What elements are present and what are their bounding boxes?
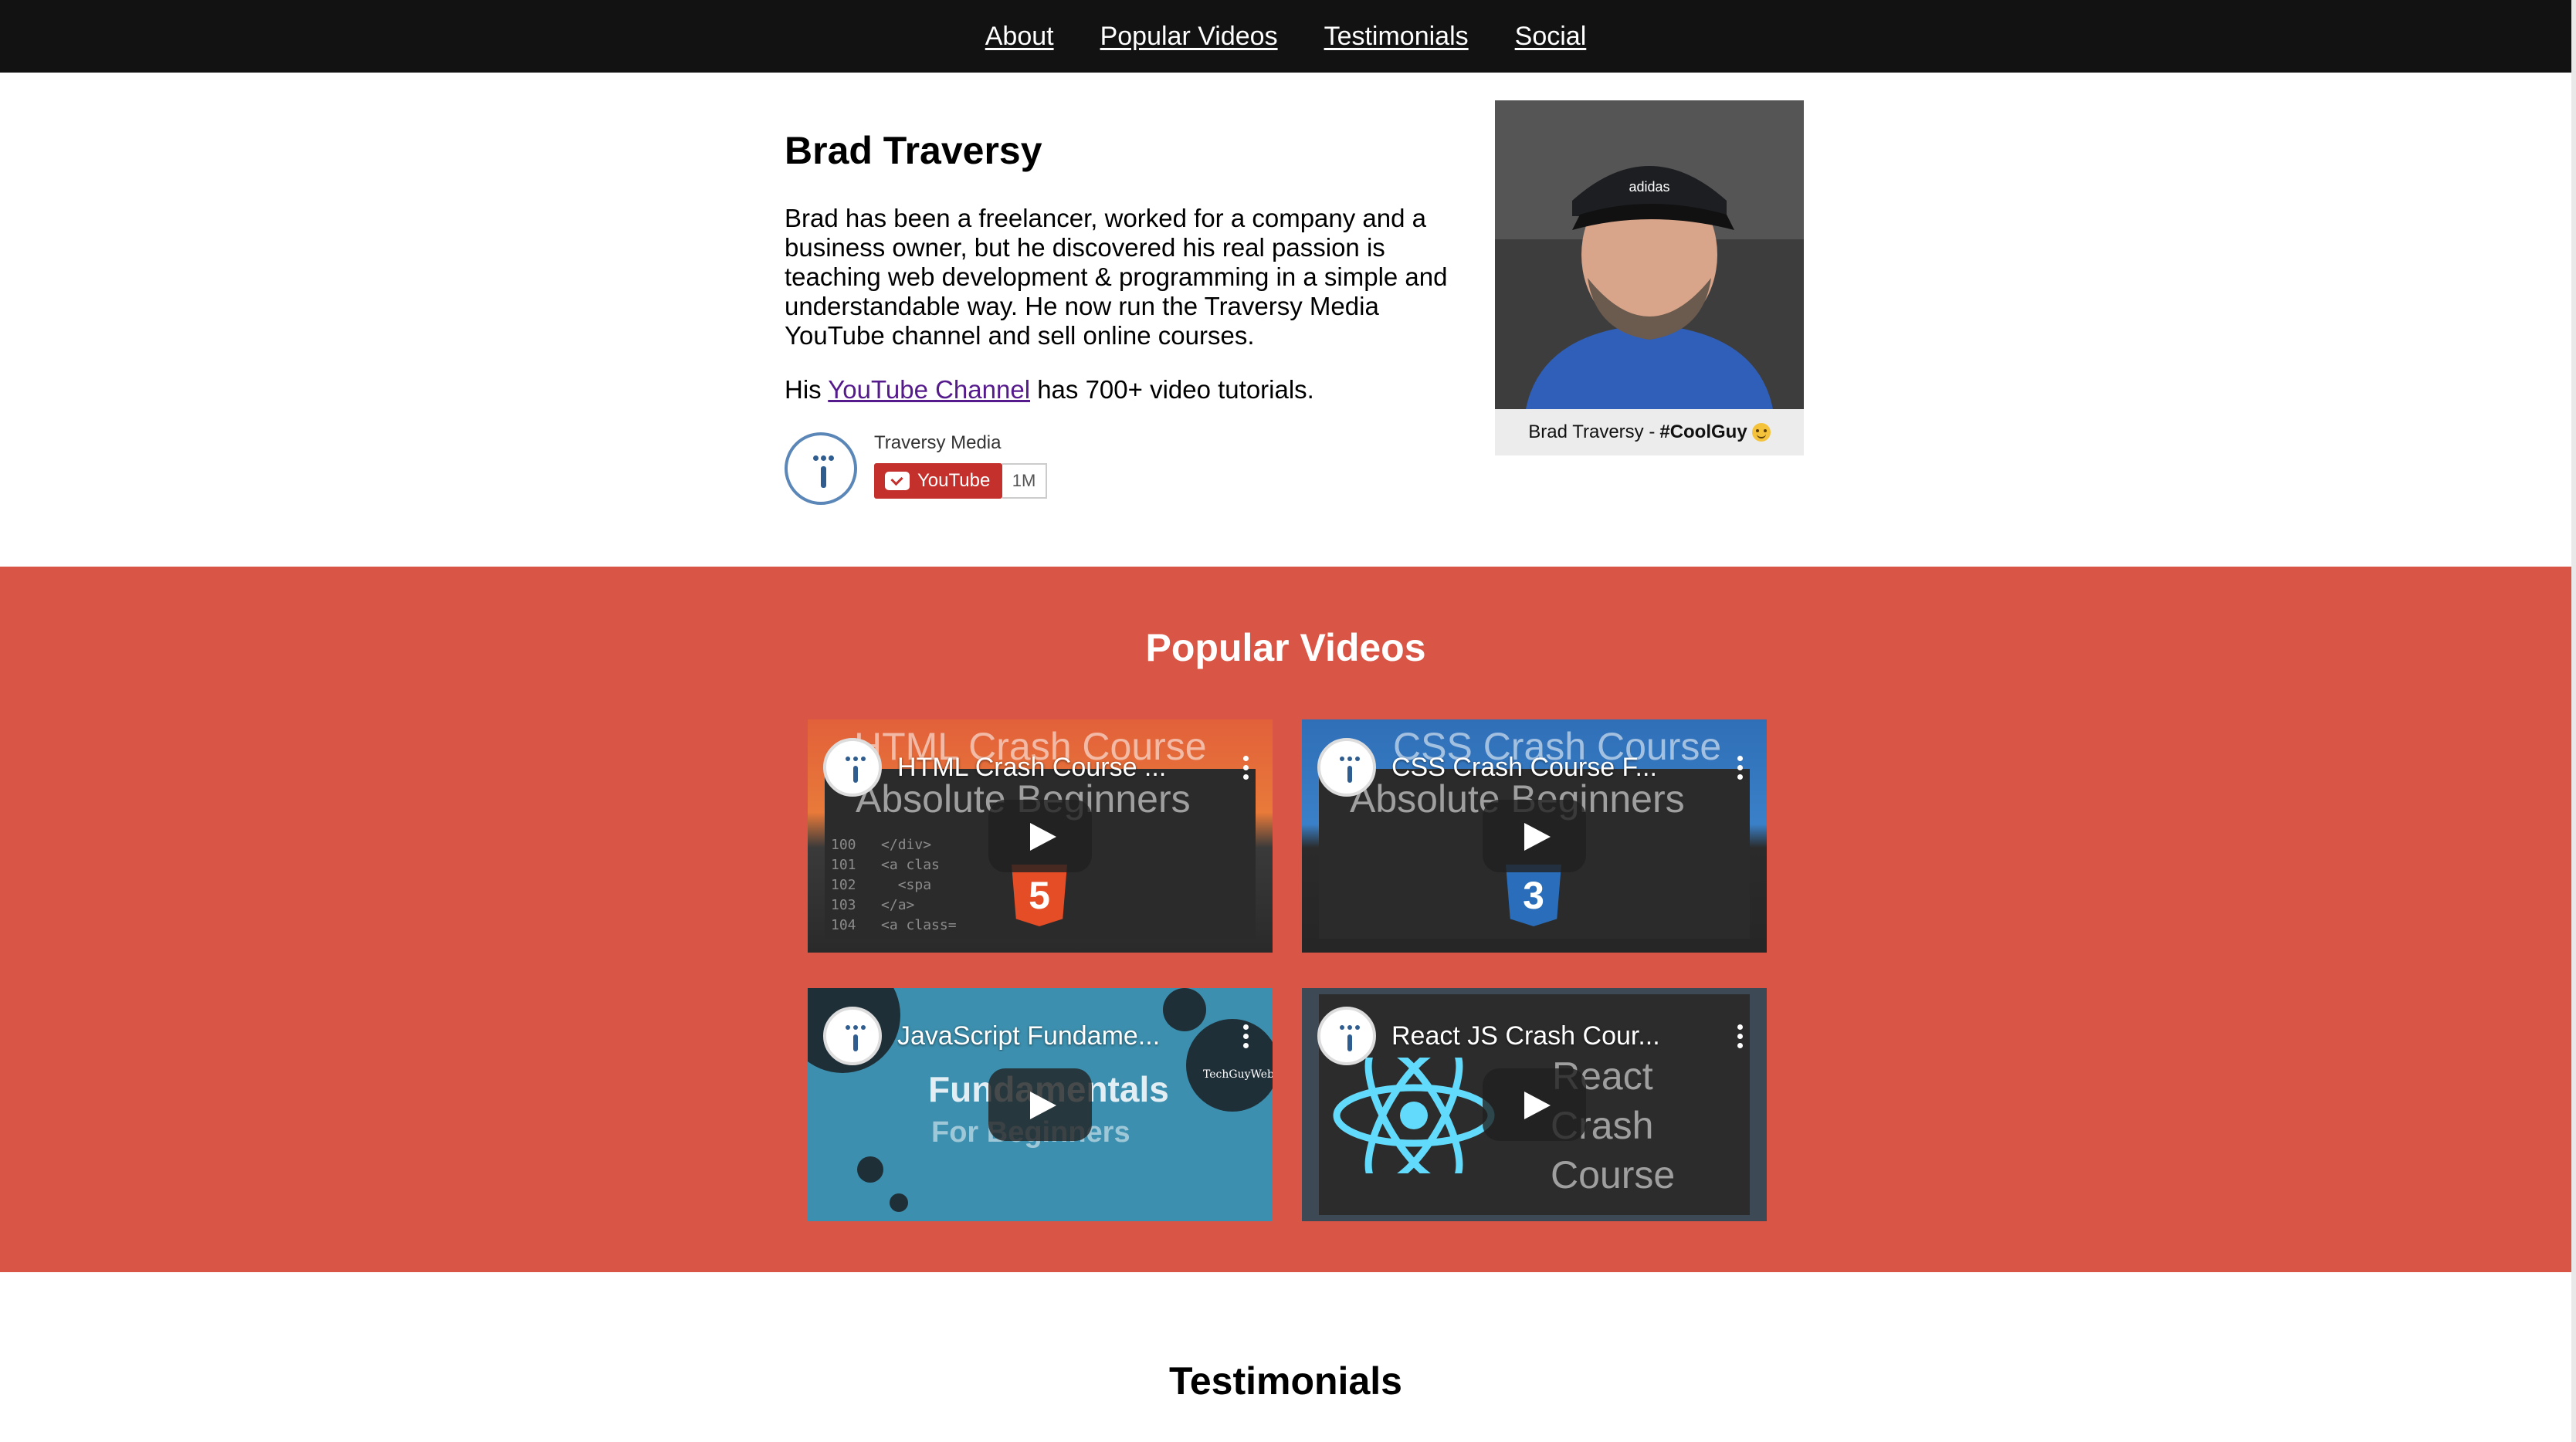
subscriber-count: 1M [1002,463,1047,499]
channel-prefix: His [785,375,822,404]
channel-avatar-icon[interactable] [823,1007,882,1065]
video-header: React JS Crash Cour... [1317,1007,1751,1065]
video-header: CSS Crash Course F... [1317,738,1751,797]
top-navbar: About Popular Videos Testimonials Social [0,0,2571,73]
play-button-icon[interactable] [988,1068,1092,1141]
testimonials-section: Testimonials [0,1272,2571,1442]
channel-avatar-icon[interactable] [823,738,882,797]
about-channel-line: His YouTube Channel has 700+ video tutor… [785,375,1314,405]
about-name: Brad Traversy [785,129,1042,172]
nav-link-testimonials[interactable]: Testimonials [1324,22,1469,52]
more-options-icon[interactable] [1234,1024,1257,1048]
video-header: JavaScript Fundame... [823,1007,1257,1065]
youtube-logo-icon [885,472,910,490]
channel-avatar-icon[interactable] [1317,1007,1376,1065]
svg-text:adidas: adidas [1629,179,1669,195]
video-title[interactable]: JavaScript Fundame... [897,1021,1234,1051]
video-embed-html[interactable]: HTML Crash Course Absolute Beginners 100… [808,719,1273,953]
channel-suffix: has 700+ video tutorials. [1037,375,1314,404]
decor-circle [857,1156,883,1183]
channel-avatar-icon[interactable] [1317,738,1376,797]
youtube-subscribe-widget: Traversy Media YouTube 1M [785,432,1078,509]
react-logo-icon [1333,1058,1495,1173]
video-header: HTML Crash Course ... [823,738,1257,797]
subscribe-button-label: YouTube [917,470,991,491]
video-embed-javascript[interactable]: TechGuyWeb Fundamentals For Beginners Ja… [808,988,1273,1221]
profile-photo-caption: Brad Traversy - #CoolGuy [1495,409,1804,455]
popular-videos-section: Popular Videos HTML Crash Course Absolut… [0,567,2571,1272]
caption-hashtag: #CoolGuy [1659,421,1747,442]
code-decoration: 100 </div> 101 <a clas 102 <spa 103 </a>… [831,837,957,933]
youtube-subscribe-button[interactable]: YouTube [874,463,1002,499]
play-button-icon[interactable] [1483,1068,1586,1141]
play-button-icon[interactable] [1483,800,1586,872]
video-title[interactable]: React JS Crash Cour... [1391,1021,1728,1051]
popular-videos-title: Popular Videos [1145,626,1426,669]
video-embed-css[interactable]: CSS Crash Course Absolute Beginners 3 CS… [1302,719,1767,953]
page-scrollbar[interactable] [2571,0,2576,1442]
more-options-icon[interactable] [1728,1024,1751,1048]
caption-prefix: Brad Traversy - [1528,421,1656,442]
smile-emoji-icon [1751,423,1771,442]
video-title[interactable]: CSS Crash Course F... [1391,753,1728,783]
play-button-icon[interactable] [988,800,1092,872]
profile-photo-card: adidas Brad Traversy - #CoolGuy [1495,100,1804,455]
nav-link-popular-videos[interactable]: Popular Videos [1100,22,1278,52]
html5-logo-icon: 5 [1012,865,1067,926]
about-bio: Brad has been a freelancer, worked for a… [785,204,1448,350]
css3-logo-icon: 3 [1506,865,1561,926]
youtube-channel-link[interactable]: YouTube Channel [828,375,1030,404]
nav-link-social[interactable]: Social [1515,22,1587,52]
video-title[interactable]: HTML Crash Course ... [897,753,1234,783]
testimonials-title: Testimonials [1169,1359,1402,1403]
more-options-icon[interactable] [1234,755,1257,780]
profile-photo: adidas [1495,100,1804,409]
about-section: Brad Traversy Brad has been a freelancer… [0,73,2571,567]
nav-link-about[interactable]: About [985,22,1054,52]
more-options-icon[interactable] [1728,755,1751,780]
subscribe-channel-name[interactable]: Traversy Media [874,432,1001,454]
channel-avatar[interactable] [785,432,857,505]
decor-circle [890,1193,908,1212]
thumb-tag: TechGuyWeb [1203,1068,1273,1081]
video-embed-react[interactable]: React Crash Course React JS Crash Cour..… [1302,988,1767,1221]
nav-links: About Popular Videos Testimonials Social [0,0,2571,73]
